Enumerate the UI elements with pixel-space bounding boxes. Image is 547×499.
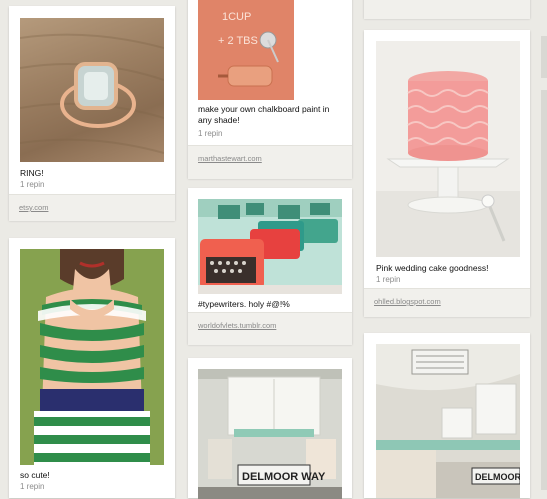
pin-dress[interactable]: so cute! 1 repin [9,238,175,498]
ring-photo[interactable] [20,18,164,162]
trailer-kitchen-photo[interactable]: DELMOOR [376,344,520,498]
pin-ring[interactable]: RING! 1 repin etsy.com [9,6,175,221]
source-link[interactable]: ohlled.blogspot.com [374,297,441,306]
typewriters-photo[interactable] [198,199,342,294]
pin-description: make your own chalkboard paint in any sh… [198,104,330,125]
pin-top-right-partial[interactable] [364,0,530,19]
chalkboard-recipe-photo[interactable]: 1CUP + 2 TBS [198,0,294,100]
pin-kitchen-2[interactable]: DELMOOR [364,333,530,498]
repin-count[interactable]: 1 repin [20,482,44,491]
delmoor-way-kitchen-photo[interactable]: DELMOOR WAY [198,369,342,499]
pin-source[interactable]: ohlled.blogspot.com [364,288,530,317]
striped-dress-photo[interactable] [20,249,164,465]
pin-chalkboard[interactable]: 1CUP + 2 TBS make your own chalkboard pa… [188,0,352,179]
source-link[interactable]: marthastewart.com [198,154,262,163]
pin-typewriters[interactable]: #typewriters. holy #@!% worldofvlets.tum… [188,188,352,345]
pin-source[interactable] [364,0,530,19]
pin-description: Pink wedding cake goodness! [376,263,489,273]
pink-cake-photo[interactable] [376,41,520,257]
source-link[interactable]: etsy.com [19,203,48,212]
repin-count[interactable]: 1 repin [20,180,44,189]
pin-cake[interactable]: Pink wedding cake goodness! 1 repin ohll… [364,30,530,317]
right-edge-strip [541,36,547,78]
delmoor-sign-text-2: DELMOOR [475,472,520,482]
delmoor-sign-text: DELMOOR WAY [242,471,326,483]
pin-description: RING! [20,168,44,178]
pin-source[interactable]: etsy.com [9,194,175,221]
pin-description: so cute! [20,470,50,480]
pin-kitchen-1[interactable]: DELMOOR WAY [188,358,352,499]
source-link[interactable]: worldofvlets.tumblr.com [198,321,276,330]
chalkboard-text-2: + 2 TBS [218,35,258,47]
pin-description: #typewriters. holy #@!% [198,299,290,309]
repin-count[interactable]: 1 repin [376,275,400,284]
repin-count[interactable]: 1 repin [198,129,222,138]
right-edge-strip [541,90,547,490]
chalkboard-text-1: 1CUP [222,11,251,23]
pin-source[interactable]: worldofvlets.tumblr.com [188,312,352,345]
pin-source[interactable]: marthastewart.com [188,145,352,179]
